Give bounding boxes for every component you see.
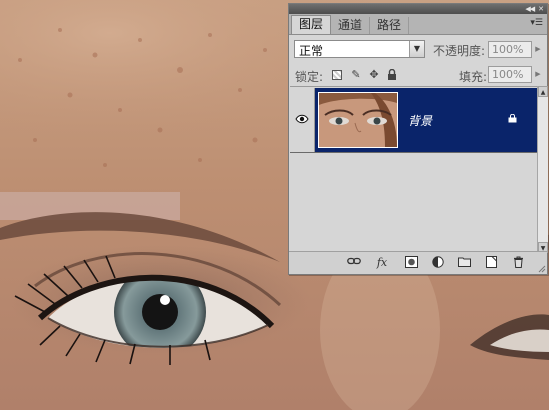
lock-icon[interactable]: [386, 68, 398, 81]
resize-grip-icon[interactable]: [538, 265, 546, 273]
new-group-icon[interactable]: [457, 256, 471, 269]
panel-menu-icon[interactable]: ▾☰: [530, 16, 543, 30]
tab-layers[interactable]: 图层: [291, 15, 332, 34]
link-layers-icon[interactable]: [347, 256, 361, 269]
opacity-field[interactable]: 100%: [488, 41, 532, 58]
close-icon[interactable]: ✕: [538, 5, 544, 13]
tab-channels[interactable]: 通道: [331, 17, 371, 34]
lock-row: 锁定: ✎ ✥ 填充: 100% ▶: [289, 64, 547, 86]
adjustment-layer-icon[interactable]: [431, 256, 445, 269]
double-chevron-right-icon[interactable]: ◀◀: [525, 5, 535, 13]
panel-tabbar: 图层 通道 路径 ▾☰: [289, 14, 547, 35]
visibility-toggle[interactable]: [290, 88, 315, 152]
blend-row: 正常 ▼ 不透明度: 100% ▶: [289, 37, 547, 63]
fill-slider-arrow-icon[interactable]: ▶: [533, 66, 543, 83]
chevron-down-icon[interactable]: ▼: [409, 41, 424, 57]
brush-icon[interactable]: ✎: [350, 69, 362, 81]
layer-row-background[interactable]: 背景: [290, 88, 537, 153]
scroll-up-icon[interactable]: ▲: [538, 86, 548, 97]
new-layer-icon[interactable]: [484, 256, 498, 269]
fill-field[interactable]: 100%: [488, 66, 532, 83]
move-icon[interactable]: ✥: [368, 69, 380, 81]
fill-label: 填充:: [459, 70, 488, 84]
eye-icon: [295, 114, 309, 124]
lock-label: 锁定:: [295, 70, 324, 84]
blend-mode-value: 正常: [299, 44, 324, 58]
layers-bottom-bar: fx: [289, 251, 547, 274]
lock-transparency-icon[interactable]: [332, 70, 342, 80]
panel-titlebar[interactable]: ◀◀ ✕: [289, 4, 547, 14]
opacity-label: 不透明度:: [433, 44, 486, 58]
blend-mode-select[interactable]: 正常 ▼: [294, 40, 425, 58]
layers-list: 背景: [290, 86, 537, 253]
delete-layer-icon[interactable]: [511, 256, 525, 269]
layer-thumbnail[interactable]: [318, 92, 398, 148]
tab-paths[interactable]: 路径: [370, 17, 410, 34]
layer-name[interactable]: 背景: [408, 112, 432, 129]
fx-icon[interactable]: fx: [375, 256, 389, 269]
lock-icon: [508, 114, 517, 123]
opacity-slider-arrow-icon[interactable]: ▶: [533, 41, 543, 58]
layer-mask-icon[interactable]: [404, 256, 418, 269]
layers-panel: ◀◀ ✕ 图层 通道 路径 ▾☰ 正常 ▼ 不透明度: 100% ▶ 锁定: ✎…: [288, 3, 548, 275]
layers-scrollbar[interactable]: ▲ ▼: [537, 86, 548, 253]
